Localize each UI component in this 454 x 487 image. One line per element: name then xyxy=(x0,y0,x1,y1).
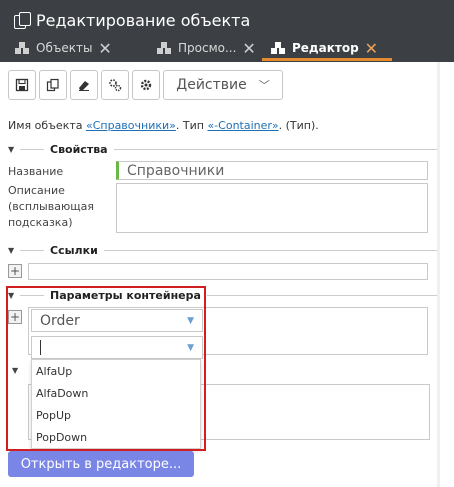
close-icon[interactable]: ✕ xyxy=(242,39,255,58)
copy-icon xyxy=(14,12,31,29)
eraser-icon xyxy=(79,81,89,91)
close-icon[interactable]: ✕ xyxy=(365,39,378,58)
gears-icon xyxy=(109,79,122,92)
scrollbar[interactable] xyxy=(437,62,440,487)
save-icon xyxy=(15,78,29,92)
description-label-line: подсказка) xyxy=(8,216,73,229)
settings-button[interactable] xyxy=(132,70,160,100)
title-bar: Редактирование объекта Объекты ✕ Просмо.… xyxy=(0,0,454,62)
links-field[interactable] xyxy=(28,263,428,280)
name-field[interactable]: Справочники xyxy=(116,161,428,180)
name-value: Справочники xyxy=(127,162,225,179)
tab-label: Редактор xyxy=(292,41,359,55)
copy-button[interactable] xyxy=(39,70,67,100)
close-icon[interactable]: ✕ xyxy=(98,39,111,58)
name-label: Название xyxy=(8,165,64,178)
copy-icon xyxy=(46,78,59,92)
action-dropdown[interactable]: Действие ﹀ xyxy=(163,70,283,100)
description-field[interactable] xyxy=(116,183,428,233)
window-title: Редактирование объекта xyxy=(36,10,251,30)
open-editor-button[interactable]: Открыть в редакторе... xyxy=(8,451,194,477)
active-tab-indicator xyxy=(262,58,392,61)
section-properties[interactable]: ▼ Свойства xyxy=(8,142,438,156)
save-button[interactable] xyxy=(8,70,36,100)
tab-label: Просмо... xyxy=(178,41,237,55)
window-title-row: Редактирование объекта xyxy=(14,9,250,31)
eraser-button[interactable] xyxy=(70,70,98,100)
tab-label: Объекты xyxy=(36,41,93,55)
object-type-link[interactable]: «-Container» xyxy=(207,119,278,132)
add-link-button[interactable]: + xyxy=(8,264,22,278)
object-name-link[interactable]: «Справочники» xyxy=(86,119,176,132)
collapse-icon[interactable]: ▼ xyxy=(8,246,20,255)
cubes-icon xyxy=(15,42,29,54)
description-label-line: Описание xyxy=(8,184,65,197)
cubes-icon xyxy=(157,42,171,54)
section-links[interactable]: ▼ Ссылки xyxy=(8,243,438,257)
gear-icon xyxy=(140,79,152,91)
description-label: Описание (всплывающая подсказка) xyxy=(8,183,94,231)
info-mid: . Тип xyxy=(175,119,208,132)
chevron-down-icon: ﹀ xyxy=(258,79,270,92)
cubes-icon xyxy=(271,42,285,54)
tab-preview[interactable]: Просмо... ✕ xyxy=(156,34,256,62)
description-label-line: (всплывающая xyxy=(8,200,94,213)
toolbar: Действие ﹀ xyxy=(8,70,283,100)
info-prefix: Имя объекта xyxy=(8,119,86,132)
highlight-frame xyxy=(6,286,206,451)
action-label: Действие xyxy=(176,77,247,93)
section-title: Свойства xyxy=(50,142,108,156)
collapse-icon[interactable]: ▼ xyxy=(8,145,20,154)
object-info: Имя объекта «Справочники». Тип «-Contain… xyxy=(8,119,319,132)
settings-group-button[interactable] xyxy=(101,70,129,100)
info-suffix: . (Тип). xyxy=(278,119,319,132)
tab-objects[interactable]: Объекты ✕ xyxy=(14,34,112,62)
section-title: Ссылки xyxy=(50,243,98,257)
